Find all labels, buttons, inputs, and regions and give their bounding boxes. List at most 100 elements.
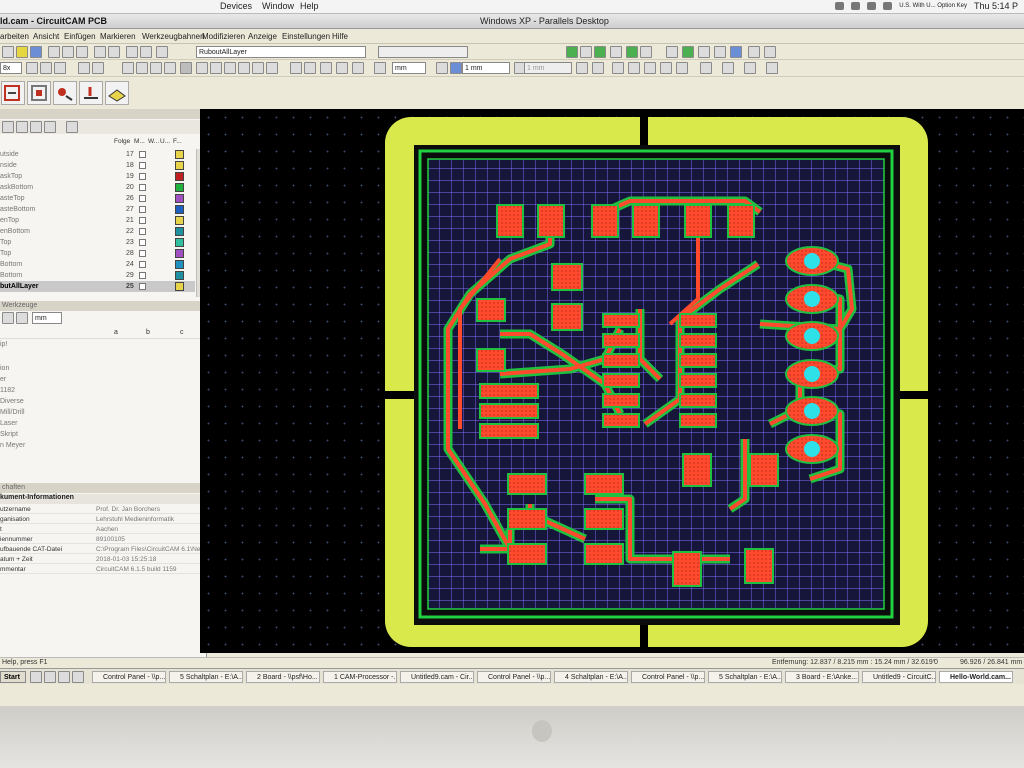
- menu-bearbeiten[interactable]: arbeiten: [0, 32, 29, 41]
- menu-hilfe[interactable]: Hilfe: [332, 32, 348, 41]
- tools-unit-select[interactable]: mm: [32, 312, 62, 324]
- tool-contour-icon[interactable]: [626, 46, 638, 58]
- tools-tree-item[interactable]: Skript: [0, 431, 18, 438]
- layer-color-swatch[interactable]: [175, 205, 184, 214]
- taskbar-button[interactable]: 5 Schaltplan - E:\A...: [169, 671, 243, 683]
- tool-abc-icon[interactable]: [748, 46, 760, 58]
- layer-color-swatch[interactable]: [175, 249, 184, 258]
- select-poly-icon[interactable]: [150, 62, 162, 74]
- layer-visible-checkbox[interactable]: [139, 217, 146, 224]
- paste-icon[interactable]: [76, 46, 88, 58]
- align-center-icon[interactable]: [592, 62, 604, 74]
- menu-einstellungen[interactable]: Einstellungen: [282, 32, 330, 41]
- tools-tree-item[interactable]: ion: [0, 365, 9, 372]
- rect-tool-icon[interactable]: [644, 62, 656, 74]
- rotate-icon[interactable]: [210, 62, 222, 74]
- quicklaunch-media-icon[interactable]: [72, 671, 84, 683]
- col-w[interactable]: W...: [148, 138, 159, 145]
- fill-icon[interactable]: [436, 62, 448, 74]
- taskbar-button[interactable]: 3 Board - E:\Anke...: [785, 671, 859, 683]
- taskbar-button[interactable]: Hello-World.cam...: [939, 671, 1013, 683]
- menu-modifizieren[interactable]: Modifizieren: [202, 32, 245, 41]
- print-icon[interactable]: [140, 46, 152, 58]
- layer-visible-checkbox[interactable]: [139, 261, 146, 268]
- layer-color-swatch[interactable]: [175, 150, 184, 159]
- pcb-canvas[interactable]: [200, 109, 1024, 653]
- layer-down-icon[interactable]: [16, 121, 28, 133]
- hatch-tool-icon[interactable]: [766, 62, 778, 74]
- layer-color-swatch[interactable]: [175, 161, 184, 170]
- layer-visible-checkbox[interactable]: [139, 206, 146, 213]
- taskbar-button[interactable]: Untitled9.cam - Cir...: [400, 671, 474, 683]
- select-icon[interactable]: [122, 62, 134, 74]
- node-add-icon[interactable]: [266, 62, 278, 74]
- taskbar-button[interactable]: Control Panel - \\p...: [631, 671, 705, 683]
- tools-tree-root[interactable]: ip!: [0, 341, 7, 348]
- import-icon[interactable]: [1, 81, 25, 105]
- tool-measure-icon[interactable]: [698, 46, 710, 58]
- screen-icon[interactable]: [835, 2, 845, 10]
- layer-color-swatch[interactable]: [175, 282, 184, 291]
- menu-einfuegen[interactable]: Einfügen: [64, 32, 96, 41]
- volume-icon[interactable]: [851, 2, 861, 10]
- insulate-icon[interactable]: [53, 81, 77, 105]
- layer-props-icon[interactable]: [66, 121, 78, 133]
- layer-row[interactable]: utside 17: [0, 149, 195, 160]
- tool-remove-icon[interactable]: [16, 312, 28, 324]
- wifi-icon[interactable]: [867, 2, 877, 10]
- layer-row[interactable]: nside 18: [0, 160, 195, 171]
- taskbar-button[interactable]: 5 Schaltplan - E:\A...: [708, 671, 782, 683]
- menu-window[interactable]: Window: [262, 1, 294, 11]
- layer-row[interactable]: enTop 21: [0, 215, 195, 226]
- font-tool-icon[interactable]: [744, 62, 756, 74]
- help-icon[interactable]: [156, 46, 168, 58]
- layer-row[interactable]: enBottom 22: [0, 226, 195, 237]
- zoom-out-icon[interactable]: [40, 62, 52, 74]
- taskbar-button[interactable]: 1 CAM-Processor -...: [323, 671, 397, 683]
- ellipse-tool-icon[interactable]: [676, 62, 688, 74]
- taskbar-button[interactable]: Control Panel - \\p...: [477, 671, 551, 683]
- taskbar-button[interactable]: 2 Board - \\psf\Ho...: [246, 671, 320, 683]
- layer-color-swatch[interactable]: [175, 238, 184, 247]
- draw-circle-icon[interactable]: [374, 62, 386, 74]
- unit-select[interactable]: mm: [392, 62, 426, 74]
- grid-snap-icon[interactable]: [304, 62, 316, 74]
- tool-flag-icon[interactable]: [714, 46, 726, 58]
- start-button[interactable]: Start: [0, 671, 26, 683]
- linewidth-icon[interactable]: [450, 62, 462, 74]
- layer-row[interactable]: Bottom 24: [0, 259, 195, 270]
- layer-visible-checkbox[interactable]: [139, 162, 146, 169]
- tool-green-icon[interactable]: [566, 46, 578, 58]
- open-icon[interactable]: [16, 46, 28, 58]
- rubout-icon[interactable]: [79, 81, 103, 105]
- draw-line-icon[interactable]: [320, 62, 332, 74]
- layer-visible-checkbox[interactable]: [139, 184, 146, 191]
- snap-icon[interactable]: [290, 62, 302, 74]
- undo-icon[interactable]: [94, 46, 106, 58]
- layer-visible-checkbox[interactable]: [139, 195, 146, 202]
- refresh-icon[interactable]: [92, 62, 104, 74]
- layer-row[interactable]: askBottom 20: [0, 182, 195, 193]
- zoom-fit-icon[interactable]: [54, 62, 66, 74]
- layer-color-swatch[interactable]: [175, 227, 184, 236]
- curve-tool-icon[interactable]: [628, 62, 640, 74]
- col-folge[interactable]: Folge: [114, 138, 130, 145]
- layer-row[interactable]: asteBottom 27: [0, 204, 195, 215]
- clock[interactable]: Thu 5:14 P: [974, 1, 1018, 11]
- save-icon[interactable]: [30, 46, 42, 58]
- layer-row[interactable]: Top 28: [0, 248, 195, 259]
- layer-color-swatch[interactable]: [175, 183, 184, 192]
- line-tool-icon[interactable]: [612, 62, 624, 74]
- layer-visible-checkbox[interactable]: [139, 250, 146, 257]
- tool-add-icon[interactable]: [2, 312, 14, 324]
- scale-icon[interactable]: [238, 62, 250, 74]
- zoom-window-icon[interactable]: [78, 62, 90, 74]
- menu-werkzeugbahnen[interactable]: Werkzeugbahnen: [142, 32, 205, 41]
- delete-icon[interactable]: [126, 46, 138, 58]
- menu-help[interactable]: Help: [300, 1, 319, 11]
- layer-visible-checkbox[interactable]: [139, 173, 146, 180]
- layer-color-swatch[interactable]: [175, 271, 184, 280]
- draw-rect-icon[interactable]: [336, 62, 348, 74]
- tools-tree-item[interactable]: Diverse: [0, 398, 24, 405]
- tool-drill-icon[interactable]: [730, 46, 742, 58]
